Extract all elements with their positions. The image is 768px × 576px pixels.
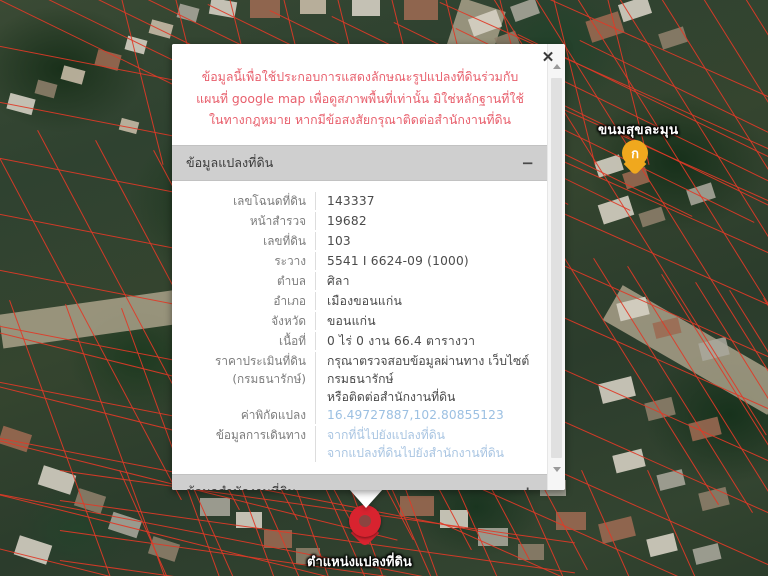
field-value: 19682 [315,212,532,231]
coordinates-link[interactable]: 16.49727887,102.80855123 [327,408,504,422]
field-label: เลขที่ดิน [263,234,306,249]
table-row-coordinates: ค่าพิกัดแปลง 16.49727887,102.80855123 [172,406,548,425]
land-parcel-infowindow: ✕ ข้อมูลนี้เพื่อใช้ประกอบการแสดงลักษณะรู… [172,44,565,490]
field-value: เมืองขอนแก่น [315,292,532,311]
field-value: ขอนแก่น [315,312,532,331]
field-value: 5541 I 6624-09 (1000) [315,252,532,271]
close-icon[interactable]: ✕ [537,47,559,69]
collapse-minus-icon[interactable]: − [521,155,534,171]
table-row: ระวาง 5541 I 6624-09 (1000) [172,252,548,271]
section-header-land-office-info[interactable]: ข้อมูลสำนักงานที่ดิน + [172,474,548,490]
table-row-travel-info: ข้อมูลการเดินทาง จากที่นี่ไปยังแปลงที่ดิ… [172,426,548,463]
table-row: หน้าสำรวจ 19682 [172,212,548,231]
section-title-land-office-info: ข้อมูลสำนักงานที่ดิน [186,482,296,490]
appraisal-price-value: กรุณาตรวจสอบข้อมูลผ่านทาง เว็บไซต์กรมธนา… [315,352,532,407]
field-label: อำเภอ [273,294,306,309]
appraisal-price-label-line2: (กรมธนารักษ์) [232,372,306,387]
map-building [250,0,280,18]
appraisal-price-value-line2: หรือติดต่อสำนักงานที่ดิน [327,390,456,405]
route-from-here-link[interactable]: จากที่นี่ไปยังแปลงที่ดิน [327,426,532,444]
table-row: เลขโฉนดที่ดิน 143337 [172,192,548,211]
poi-marker-icon[interactable]: ก [622,140,648,176]
map-building [352,0,380,16]
field-value: 143337 [315,192,532,211]
appraisal-price-label: ราคาประเมินที่ดิน (กรมธนารักษ์) [172,352,315,406]
expand-plus-icon[interactable]: + [521,484,534,490]
parcel-location-marker-label: ตำแหน่งแปลงที่ดิน [307,555,412,570]
table-row: เนื้อที่ 0 ไร่ 0 งาน 66.4 ตารางวา [172,332,548,351]
appraisal-price-value-line1: กรุณาตรวจสอบข้อมูลผ่านทาง เว็บไซต์กรมธนา… [327,352,532,388]
map-building [404,0,438,20]
disclaimer-notice: ข้อมูลนี้เพื่อใช้ประกอบการแสดงลักษณะรูปแ… [196,69,524,128]
appraisal-price-label-line1: ราคาประเมินที่ดิน [214,354,306,369]
field-label: เนื้อที่ [279,334,306,349]
poi-pin-glyph: ก [631,147,639,162]
infowindow-scroll-area: ข้อมูลนี้เพื่อใช้ประกอบการแสดงลักษณะรูปแ… [172,44,548,490]
field-value: ศิลา [315,272,532,291]
poi-label: ขนมสุขละมุน [598,122,679,138]
field-label: ระวาง [274,254,306,269]
table-row-appraisal-price: ราคาประเมินที่ดิน (กรมธนารักษ์) กรุณาตรว… [172,352,548,407]
field-value: 103 [315,232,532,251]
table-row: เลขที่ดิน 103 [172,232,548,251]
table-row: ตำบล ศิลา [172,272,548,291]
scroll-down-arrow-icon[interactable] [548,461,565,478]
parcel-location-marker-icon[interactable] [349,505,381,549]
screenshot-root: ขนมสุขละมุน ก ตำแหน่งแปลงที่ดิน ✕ ข้อมูล… [0,0,768,576]
coordinates-label: ค่าพิกัดแปลง [240,408,306,423]
map-building [400,496,434,516]
appraisal-price-prefix: กรุณาตรวจสอบข้อมูลผ่านทาง [327,354,489,369]
map-building [300,0,326,14]
table-row: อำเภอ เมืองขอนแก่น [172,292,548,311]
field-label: ตำบล [276,274,306,289]
coordinates-value: 16.49727887,102.80855123 [315,406,532,425]
field-value: 0 ไร่ 0 งาน 66.4 ตารางวา [315,332,532,351]
field-label: เลขโฉนดที่ดิน [233,194,306,209]
infowindow-pointer-tail [349,489,383,508]
travel-info-value: จากที่นี่ไปยังแปลงที่ดิน จากแปลงที่ดินไป… [315,426,532,463]
table-row: จังหวัด ขอนแก่น [172,312,548,331]
infowindow-scrollbar[interactable] [547,44,565,490]
section-header-parcel-info[interactable]: ข้อมูลแปลงที่ดิน − [172,145,548,182]
field-label: หน้าสำรวจ [249,214,306,229]
route-to-land-office-link[interactable]: จากแปลงที่ดินไปยังสำนักงานที่ดิน [327,444,532,462]
marker-hole [359,515,371,527]
section-title-parcel-info: ข้อมูลแปลงที่ดิน [186,155,274,171]
field-label: จังหวัด [271,314,306,329]
scrollbar-thumb[interactable] [551,78,562,458]
parcel-info-table: เลขโฉนดที่ดิน 143337 หน้าสำรวจ 19682 เลขที่ด… [172,181,548,475]
travel-info-label: ข้อมูลการเดินทาง [215,428,306,443]
